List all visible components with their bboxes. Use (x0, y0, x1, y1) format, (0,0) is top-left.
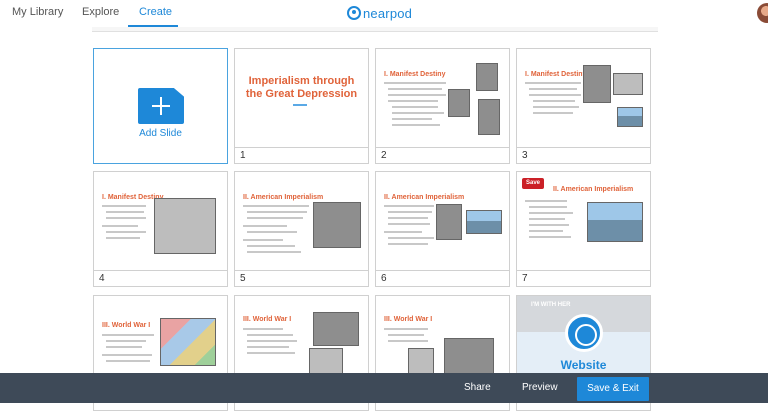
slide-title: Imperialism through the Great Depression (245, 75, 358, 100)
slide-card-6[interactable]: II. American Imperialism 6 (375, 171, 510, 287)
slide-photo (436, 204, 462, 240)
slide-number: 7 (522, 273, 528, 284)
slide-heading: I. Manifest Destiny (384, 71, 446, 78)
website-label: Website (560, 358, 607, 372)
slide-thumbnail: I. Manifest Destiny (376, 49, 509, 147)
user-avatar[interactable] (757, 3, 768, 23)
slide-photo (476, 63, 498, 91)
pinterest-save-button[interactable]: Save (522, 178, 545, 189)
slide-thumbnail: I. Manifest Destiny (94, 172, 227, 270)
slide-heading: II. American Imperialism (243, 194, 324, 201)
slide-card-7[interactable]: Save II. American Imperialism 7 (516, 171, 651, 287)
slide-card-4[interactable]: I. Manifest Destiny 4 (93, 171, 228, 287)
slide-card-3[interactable]: I. Manifest Destiny 3 (516, 48, 651, 164)
slide-photo (466, 210, 502, 234)
slide-photo (478, 99, 500, 135)
add-slide-card[interactable]: Add Slide (93, 48, 228, 164)
slide-heading: II. American Imperialism (553, 186, 634, 193)
tab-create[interactable]: Create (139, 6, 172, 18)
bottom-action-bar: Share Preview (0, 373, 768, 403)
slide-photo (160, 318, 216, 366)
slide-card-5[interactable]: II. American Imperialism 5 (234, 171, 369, 287)
globe-icon (565, 314, 603, 352)
slide-thumbnail: II. American Imperialism (235, 172, 368, 270)
top-navigation: My Library Explore Create nearpod (0, 0, 768, 27)
slide-thumbnail: I. Manifest Destiny (517, 49, 650, 147)
slide-photo (313, 312, 359, 346)
slide-heading: II. American Imperialism (384, 194, 465, 201)
website-preview-text: I'M WITH HER (531, 302, 571, 308)
nearpod-logo: nearpod (347, 5, 412, 21)
add-slide-label: Add Slide (139, 128, 182, 139)
slide-photo (613, 73, 643, 95)
tab-my-library[interactable]: My Library (12, 6, 63, 18)
slide-photo (617, 107, 643, 127)
preview-button[interactable]: Preview (522, 382, 558, 393)
slide-photo (587, 202, 643, 242)
plus-file-icon (138, 88, 184, 124)
save-exit-button[interactable]: Save & Exit (577, 377, 649, 401)
slide-number: 1 (240, 150, 246, 161)
slide-card-2[interactable]: I. Manifest Destiny 2 (375, 48, 510, 164)
slide-photo (309, 348, 343, 374)
slide-photo (583, 65, 611, 103)
logo-text: nearpod (363, 5, 413, 21)
slide-thumbnail: Imperialism through the Great Depression (235, 49, 368, 147)
slide-card-1[interactable]: Imperialism through the Great Depression… (234, 48, 369, 164)
slide-heading: III. World War I (384, 316, 433, 323)
slide-thumbnail: Save II. American Imperialism (517, 172, 650, 270)
nearpod-logo-icon (347, 6, 361, 20)
title-underline (293, 104, 307, 106)
slide-number: 5 (240, 273, 246, 284)
share-button[interactable]: Share (464, 382, 491, 393)
slide-number: 6 (381, 273, 387, 284)
slide-photo (313, 202, 361, 248)
slide-photo (444, 338, 494, 378)
slide-thumbnail: II. American Imperialism (376, 172, 509, 270)
slide-heading: III. World War I (243, 316, 292, 323)
slide-number: 3 (522, 150, 528, 161)
slide-heading: I. Manifest Destiny (525, 71, 587, 78)
slide-photo (448, 89, 470, 117)
tab-explore[interactable]: Explore (82, 6, 119, 18)
slide-photo (154, 198, 216, 254)
header-divider (92, 27, 658, 32)
slide-heading: III. World War I (102, 322, 151, 329)
slide-number: 4 (99, 273, 105, 284)
slide-number: 2 (381, 150, 387, 161)
